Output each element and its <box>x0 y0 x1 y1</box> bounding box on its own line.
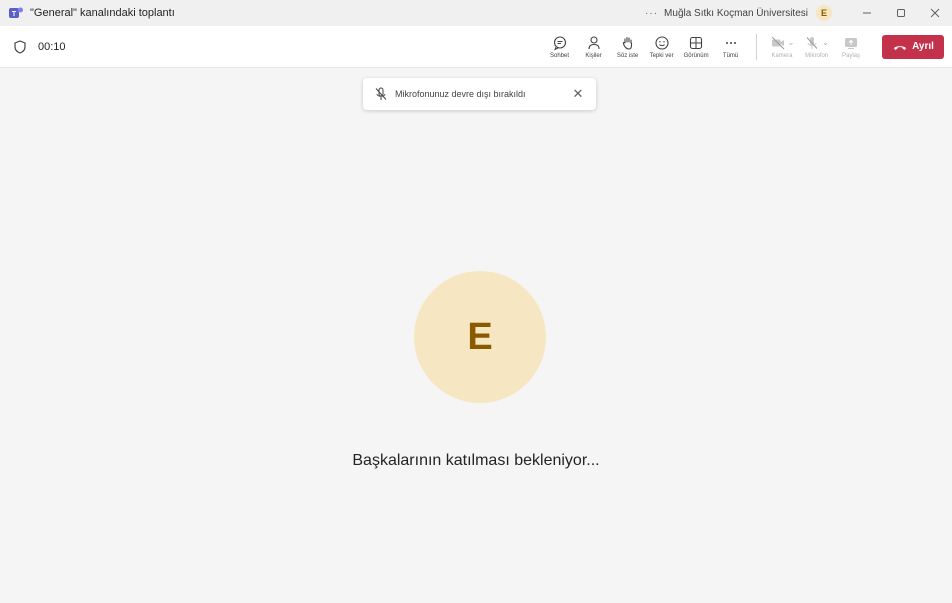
mic-disabled-notification: Mikrofonunuz devre dışı bırakıldı ✕ <box>363 78 596 110</box>
minimize-button[interactable] <box>850 0 884 26</box>
react-button[interactable]: Tepki ver <box>645 26 679 68</box>
leave-button[interactable]: Ayrıl <box>882 34 944 59</box>
close-icon <box>930 8 940 18</box>
meeting-toolbar: 00:10 Sohbet Kişiler Söz iste Tepki ver … <box>0 26 952 68</box>
camera-icon <box>771 36 784 49</box>
microphone-icon <box>806 36 818 49</box>
chevron-down-icon[interactable]: ⌄ <box>822 38 829 47</box>
shield-icon[interactable] <box>12 39 28 55</box>
notification-text: Mikrofonunuz devre dışı bırakıldı <box>395 89 526 99</box>
share-screen-icon <box>845 37 857 49</box>
organization-name[interactable]: Muğla Sıtkı Koçman Üniversitesi <box>664 8 808 19</box>
microphone-off-icon <box>375 87 387 100</box>
chat-label: Sohbet <box>550 52 570 59</box>
leave-label: Ayrıl <box>912 41 934 52</box>
more-button[interactable]: Tümü <box>714 26 748 68</box>
people-label: Kişiler <box>585 52 602 59</box>
more-label: Tümü <box>722 52 739 59</box>
close-icon[interactable]: ✕ <box>570 86 586 102</box>
more-icon <box>725 41 736 44</box>
title-bar: T "General" kanalındaki toplantı ··· Muğ… <box>0 0 952 26</box>
raise-hand-icon <box>622 36 632 50</box>
window-title: "General" kanalındaki toplantı <box>30 7 175 19</box>
chat-button[interactable]: Sohbet <box>543 26 577 68</box>
maximize-icon <box>897 9 905 17</box>
hang-up-icon <box>894 45 907 50</box>
close-window-button[interactable] <box>918 0 952 26</box>
teams-app-icon: T <box>8 5 24 21</box>
teams-meeting-window: T "General" kanalındaki toplantı ··· Muğ… <box>0 0 952 603</box>
user-avatar[interactable]: E <box>816 5 832 21</box>
chevron-down-icon[interactable]: ⌄ <box>788 38 795 47</box>
raise-hand-label: Söz iste <box>616 52 639 59</box>
view-button[interactable]: Görünüm <box>679 26 714 68</box>
meeting-timer: 00:10 <box>38 40 66 53</box>
microphone-button[interactable]: ⌄ Mikrofon <box>799 26 834 68</box>
maximize-button[interactable] <box>884 0 918 26</box>
share-button[interactable]: Paylaş <box>834 26 868 68</box>
people-button[interactable]: Kişiler <box>577 26 611 68</box>
participant-avatar: E <box>414 271 546 403</box>
grid-view-icon <box>690 36 703 49</box>
svg-text:T: T <box>12 11 17 18</box>
toolbar-divider <box>755 33 757 60</box>
share-label: Paylaş <box>841 52 860 59</box>
camera-button[interactable]: ⌄ Kamera <box>765 26 800 68</box>
microphone-label: Mikrofon <box>805 52 829 59</box>
camera-label: Kamera <box>771 52 793 59</box>
minimize-icon <box>863 12 871 14</box>
waiting-message: Başkalarının katılması bekleniyor... <box>352 452 600 469</box>
react-label: Tepki ver <box>649 52 674 59</box>
meeting-stage: Mikrofonunuz devre dışı bırakıldı ✕ E Ba… <box>0 68 952 603</box>
raise-hand-button[interactable]: Söz iste <box>611 26 645 68</box>
chat-icon <box>553 35 566 51</box>
more-options-icon[interactable]: ··· <box>645 8 658 19</box>
smiley-icon <box>655 35 669 50</box>
people-icon <box>588 35 600 49</box>
view-label: Görünüm <box>683 52 709 59</box>
